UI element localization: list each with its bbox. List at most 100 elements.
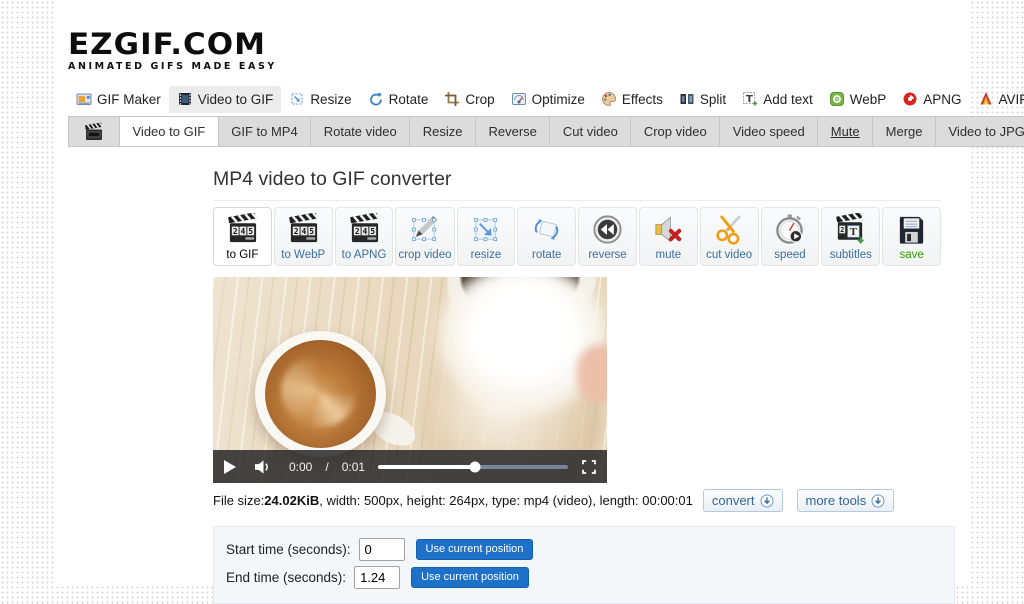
nav-item-apng[interactable]: APNG <box>894 86 969 113</box>
svg-text:5: 5 <box>248 227 253 236</box>
rotate-button[interactable]: rotate <box>517 207 576 266</box>
play-button[interactable] <box>224 460 236 474</box>
optimize-icon <box>511 91 527 107</box>
progress-bar[interactable] <box>378 465 568 469</box>
use-current-position-button-start[interactable]: Use current position <box>416 539 534 560</box>
fullscreen-button[interactable] <box>582 460 596 474</box>
tab-home-clapperboard[interactable] <box>69 117 120 146</box>
duration: 0:01 <box>342 460 365 474</box>
add-text-icon: T <box>742 91 758 107</box>
conversion-toolbar: 245 to GIF 245 to WebP 245 to APNG crop … <box>213 207 941 266</box>
progress-fill <box>378 465 475 469</box>
toolbar-label: cut video <box>706 249 752 261</box>
tab-cut-video[interactable]: Cut video <box>550 117 631 146</box>
logo-tagline: ANIMATED GIFS MADE EASY <box>68 61 971 72</box>
svg-text:2: 2 <box>233 227 238 236</box>
tab-video-to-gif[interactable]: Video to GIF <box>120 117 219 146</box>
tab-video-to-jpg[interactable]: Video to JPG <box>936 117 1024 146</box>
video-player[interactable]: 0:00 / 0:01 <box>213 277 607 483</box>
subtitles-button[interactable]: 2T subtitles <box>821 207 880 266</box>
scissors-icon <box>713 213 746 246</box>
progress-handle[interactable] <box>469 461 480 472</box>
nav-item-label: Split <box>700 92 726 107</box>
nav-item-label: WebP <box>850 92 887 107</box>
file-info-label: File size: <box>213 493 264 508</box>
tab-resize[interactable]: Resize <box>410 117 476 146</box>
nav-item-split[interactable]: Split <box>671 86 734 113</box>
nav-item-optimize[interactable]: Optimize <box>503 86 593 113</box>
save-button[interactable]: save <box>882 207 941 266</box>
main-content: MP4 video to GIF converter 245 to GIF 24… <box>213 168 941 604</box>
start-time-label: Start time (seconds): <box>226 542 351 557</box>
nav-item-rotate[interactable]: Rotate <box>360 86 437 113</box>
crop-icon <box>444 91 460 107</box>
tab-crop-video[interactable]: Crop video <box>631 117 720 146</box>
nav-item-webp[interactable]: WebP <box>821 86 895 113</box>
time-separator: / <box>325 460 328 474</box>
tab-label: Resize <box>423 124 463 139</box>
toolbar-label: crop video <box>398 249 451 261</box>
cut-video-button[interactable]: cut video <box>700 207 759 266</box>
tab-merge[interactable]: Merge <box>873 117 936 146</box>
to-gif-button[interactable]: 245 to GIF <box>213 207 272 266</box>
toolbar-label: speed <box>774 249 805 261</box>
toolbar-label: to GIF <box>226 249 258 261</box>
speed-button[interactable]: speed <box>761 207 820 266</box>
tab-mute[interactable]: Mute <box>818 117 873 146</box>
nav-item-label: Resize <box>310 92 351 107</box>
site-logo[interactable]: EZGIF.COM ANIMATED GIFS MADE EASY <box>68 30 971 72</box>
avif-icon <box>978 91 994 107</box>
crop-tool-icon <box>408 213 441 246</box>
tab-label: Reverse <box>488 124 536 139</box>
use-current-position-button-end[interactable]: Use current position <box>411 567 529 588</box>
clapperboard-icon <box>84 122 104 142</box>
reverse-button[interactable]: reverse <box>578 207 637 266</box>
volume-button[interactable] <box>255 460 272 474</box>
logo-title: EZGIF.COM <box>68 30 971 59</box>
tab-video-speed[interactable]: Video speed <box>720 117 818 146</box>
gif-maker-icon <box>76 91 92 107</box>
tab-label: Video to JPG <box>949 124 1024 139</box>
nav-item-add-text[interactable]: T Add text <box>734 86 821 113</box>
webp-icon <box>829 91 845 107</box>
down-arrow-icon <box>871 494 885 508</box>
rotate-icon <box>368 91 384 107</box>
nav-item-crop[interactable]: Crop <box>436 86 502 113</box>
tab-reverse[interactable]: Reverse <box>476 117 550 146</box>
nav-item-avif[interactable]: AVIF <box>970 86 1024 113</box>
nav-item-effects[interactable]: Effects <box>593 86 671 113</box>
clapperboard-245-icon: 245 <box>348 213 381 246</box>
tool-tab-bar: Video to GIF GIF to MP4 Rotate video Res… <box>68 116 1024 147</box>
nav-item-gif-maker[interactable]: GIF Maker <box>68 86 169 113</box>
tab-gif-to-mp4[interactable]: GIF to MP4 <box>219 117 311 146</box>
toolbar-label: to WebP <box>281 249 325 261</box>
resize-button[interactable]: resize <box>457 207 516 266</box>
tab-rotate-video[interactable]: Rotate video <box>311 117 410 146</box>
svg-text:T: T <box>746 94 753 105</box>
to-webp-button[interactable]: 245 to WebP <box>274 207 333 266</box>
svg-text:2: 2 <box>294 227 299 236</box>
crop-video-button[interactable]: crop video <box>395 207 454 266</box>
svg-text:4: 4 <box>301 227 306 236</box>
tab-label: Cut video <box>563 124 618 139</box>
file-info-row: File size: 24.02KiB, width: 500px, heigh… <box>213 489 941 512</box>
more-tools-button[interactable]: more tools <box>797 489 895 512</box>
resize-arrow-icon <box>469 213 502 246</box>
toolbar-label: save <box>899 249 923 261</box>
time-range-form: Start time (seconds): Use current positi… <box>213 526 955 604</box>
to-apng-button[interactable]: 245 to APNG <box>335 207 394 266</box>
start-time-input[interactable] <box>359 538 405 561</box>
convert-button[interactable]: convert <box>703 489 783 512</box>
mute-button[interactable]: mute <box>639 207 698 266</box>
page-container: EZGIF.COM ANIMATED GIFS MADE EASY GIF Ma… <box>55 0 971 586</box>
nav-item-resize[interactable]: Resize <box>281 86 359 113</box>
convert-label: convert <box>712 493 755 508</box>
video-frame-detail <box>577 345 607 403</box>
svg-text:4: 4 <box>362 227 367 236</box>
nav-item-video-to-gif[interactable]: Video to GIF <box>169 86 282 113</box>
floppy-disk-icon <box>895 213 928 246</box>
end-time-input[interactable] <box>354 566 400 589</box>
nav-item-label: GIF Maker <box>97 92 161 107</box>
tab-label: GIF to MP4 <box>231 124 297 139</box>
toolbar-label: to APNG <box>342 249 387 261</box>
